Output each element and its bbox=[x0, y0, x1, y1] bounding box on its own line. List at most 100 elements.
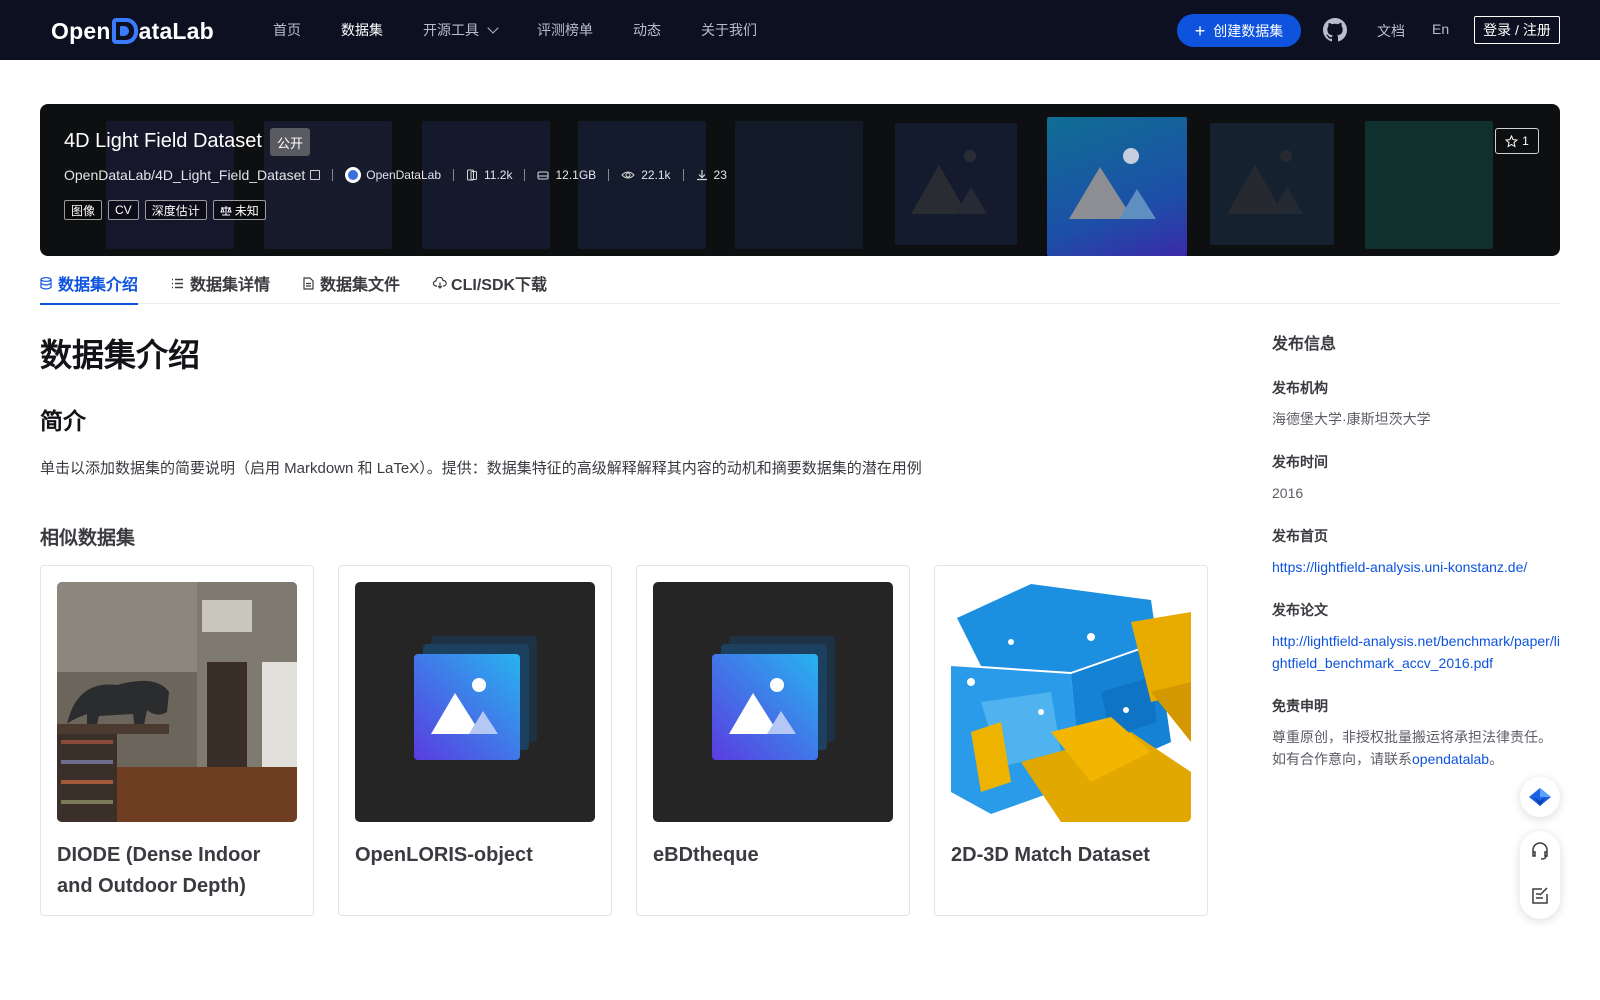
dataset-card-title[interactable]: eBDtheque bbox=[653, 840, 893, 871]
dataset-size: 12.1GB bbox=[555, 168, 597, 182]
dataset-card-title[interactable]: 2D-3D Match Dataset bbox=[951, 840, 1191, 871]
indoor-room-photo bbox=[57, 582, 297, 822]
dataset-card-thumbnail bbox=[951, 582, 1191, 822]
dataset-title: 4D Light Field Dataset bbox=[64, 130, 262, 152]
language-switch[interactable]: En bbox=[1432, 21, 1449, 37]
github-icon[interactable] bbox=[1323, 18, 1347, 42]
download-icon bbox=[696, 170, 707, 181]
create-dataset-button[interactable]: + 创建数据集 bbox=[1177, 14, 1301, 47]
nav-leaderboard[interactable]: 评测榜单 bbox=[537, 20, 593, 40]
nav-open-source-tools-label: 开源工具 bbox=[423, 22, 479, 38]
org-avatar bbox=[345, 167, 362, 183]
dataset-card[interactable]: eBDtheque bbox=[636, 565, 910, 916]
image-placeholder-icon bbox=[414, 636, 537, 760]
hero-preview-tile bbox=[735, 121, 863, 249]
tab-introduction[interactable]: 数据集介绍 bbox=[40, 262, 139, 305]
cloud-download-icon bbox=[433, 277, 447, 289]
headset-icon[interactable] bbox=[1530, 841, 1550, 861]
file-icon bbox=[303, 276, 314, 290]
license-tag[interactable]: 未知 bbox=[212, 200, 266, 220]
image-placeholder-icon bbox=[712, 636, 835, 760]
image-placeholder-icon bbox=[1227, 150, 1303, 214]
publish-time-label: 发布时间 bbox=[1272, 454, 1328, 470]
star-button[interactable]: 1 bbox=[1495, 128, 1539, 154]
meta-divider bbox=[608, 169, 610, 181]
publish-time-section: 发布时间 2016 bbox=[1272, 452, 1562, 504]
storage-icon bbox=[537, 171, 549, 180]
nav-datasets[interactable]: 数据集 bbox=[341, 20, 383, 40]
eye-icon bbox=[621, 171, 635, 179]
meta-divider bbox=[332, 169, 334, 181]
paper-link[interactable]: http://lightfield-analysis.net/benchmark… bbox=[1272, 630, 1562, 674]
dataset-org[interactable]: OpenDataLab bbox=[366, 168, 441, 182]
hero-preview-tile-selected bbox=[1047, 117, 1187, 256]
nav-news[interactable]: 动态 bbox=[633, 20, 661, 40]
tab-cli-sdk-label: CLI/SDK下载 bbox=[451, 277, 548, 294]
disclaimer-contact-text: 如有合作意向，请联系 bbox=[1272, 751, 1412, 767]
tab-files[interactable]: 数据集文件 bbox=[303, 262, 400, 304]
paper-label: 发布论文 bbox=[1272, 602, 1328, 618]
disclaimer-line-1: 尊重原创，非授权批量搬运将承担法律责任。 bbox=[1272, 729, 1552, 745]
meta-divider bbox=[524, 169, 526, 181]
publisher-value: 海德堡大学·康斯坦茨大学 bbox=[1272, 411, 1431, 427]
assistant-logo-icon bbox=[1529, 788, 1551, 806]
floating-tool-group bbox=[1520, 831, 1560, 919]
star-icon bbox=[1505, 134, 1519, 148]
database-icon bbox=[40, 276, 52, 290]
tab-files-label: 数据集文件 bbox=[320, 277, 401, 294]
opendatalab-logo[interactable]: Open ataLab bbox=[51, 15, 214, 47]
similar-datasets-heading: 相似数据集 bbox=[40, 528, 136, 549]
similar-datasets-list: DIODE (Dense Indoor and Outdoor Depth) O… bbox=[40, 565, 1232, 916]
scale-icon bbox=[219, 205, 232, 215]
dataset-card[interactable]: DIODE (Dense Indoor and Outdoor Depth) bbox=[40, 565, 314, 916]
list-icon bbox=[172, 278, 184, 288]
publish-info-title: 发布信息 bbox=[1272, 336, 1337, 353]
login-register-button[interactable]: 登录 / 注册 bbox=[1474, 16, 1560, 44]
license-label: 未知 bbox=[234, 203, 259, 218]
tag-cv[interactable]: CV bbox=[108, 200, 139, 220]
nav-home[interactable]: 首页 bbox=[273, 20, 301, 40]
hero-preview-tile bbox=[578, 121, 706, 249]
dataset-card-thumbnail bbox=[355, 582, 595, 822]
disclaimer-line-2: 如有合作意向，请联系opendatalab。 bbox=[1272, 748, 1562, 770]
meta-divider bbox=[682, 169, 684, 181]
chevron-down-icon bbox=[487, 22, 499, 34]
nav-open-source-tools[interactable]: 开源工具 bbox=[423, 20, 499, 40]
dataset-views: 22.1k bbox=[641, 168, 671, 182]
dataset-card-title[interactable]: DIODE (Dense Indoor and Outdoor Depth) bbox=[57, 840, 297, 902]
tab-details[interactable]: 数据集详情 bbox=[171, 262, 270, 304]
disclaimer-section: 免责申明 尊重原创，非授权批量搬运将承担法律责任。 如有合作意向，请联系open… bbox=[1272, 696, 1562, 770]
feedback-edit-icon[interactable] bbox=[1530, 886, 1550, 906]
dataset-card[interactable]: 2D-3D Match Dataset bbox=[934, 565, 1208, 916]
plus-icon: + bbox=[1194, 20, 1206, 41]
dataset-card[interactable]: OpenLORIS-object bbox=[338, 565, 612, 916]
paper-section: 发布论文 http://lightfield-analysis.net/benc… bbox=[1272, 600, 1562, 674]
dataset-tabs: 数据集介绍 数据集详情 数据集文件 CLI/SDK下载 bbox=[40, 262, 1560, 305]
dataset-card-thumbnail bbox=[57, 582, 297, 822]
logo-text-open: Open bbox=[51, 17, 111, 44]
tag-depth-estimation[interactable]: 深度估计 bbox=[144, 200, 207, 220]
point-cloud-render bbox=[951, 582, 1191, 822]
dataset-path: OpenDataLab/4D_Light_Field_Dataset bbox=[64, 167, 306, 183]
disclaimer-label: 免责申明 bbox=[1272, 698, 1328, 714]
copy-icon[interactable] bbox=[310, 170, 321, 180]
hero-preview-tile bbox=[422, 121, 550, 249]
meta-divider bbox=[453, 169, 455, 181]
floating-assistant-button[interactable] bbox=[1520, 777, 1560, 817]
nav-about[interactable]: 关于我们 bbox=[701, 20, 757, 40]
docs-link[interactable]: 文档 bbox=[1377, 21, 1405, 41]
star-count: 1 bbox=[1522, 134, 1529, 148]
image-placeholder-icon bbox=[911, 150, 987, 214]
create-dataset-label: 创建数据集 bbox=[1213, 22, 1284, 39]
tab-cli-sdk[interactable]: CLI/SDK下载 bbox=[433, 262, 547, 304]
intro-text[interactable]: 单击以添加数据集的简要说明（启用 Markdown 和 LaTeX）。提供：数据… bbox=[40, 457, 922, 478]
tag-image[interactable]: 图像 bbox=[64, 200, 103, 220]
dataset-meta-row: OpenDataLab/4D_Light_Field_Dataset OpenD… bbox=[64, 166, 727, 184]
publisher-section: 发布机构 海德堡大学·康斯坦茨大学 bbox=[1272, 378, 1562, 430]
main-nav: 首页 数据集 开源工具 评测榜单 动态 关于我们 bbox=[273, 0, 797, 60]
disclaimer-contact-link[interactable]: opendatalab bbox=[1412, 751, 1489, 767]
dataset-card-title[interactable]: OpenLORIS-object bbox=[355, 840, 595, 871]
homepage-link[interactable]: https://lightfield-analysis.uni-konstanz… bbox=[1272, 556, 1562, 578]
publisher-label: 发布机构 bbox=[1272, 380, 1328, 396]
logo-text-datalab: ataLab bbox=[138, 17, 214, 44]
